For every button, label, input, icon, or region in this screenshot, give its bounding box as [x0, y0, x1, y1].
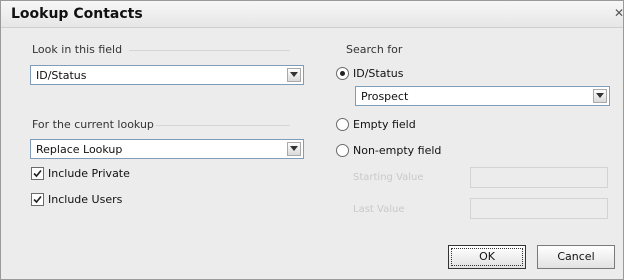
radio-non-empty-field-label[interactable]: Non-empty field — [353, 144, 441, 157]
radio-non-empty-field[interactable] — [336, 144, 349, 157]
radio-selected-dot — [340, 71, 345, 76]
search-value-combobox[interactable]: Prospect — [355, 86, 610, 106]
starting-value-field — [470, 167, 608, 188]
look-in-label: Look in this field — [32, 43, 123, 56]
search-value: Prospect — [361, 90, 409, 103]
radio-id-status-label[interactable]: ID/Status — [353, 67, 403, 80]
radio-empty-field[interactable] — [336, 118, 349, 131]
last-value-field — [470, 198, 608, 219]
include-private-checkbox[interactable] — [31, 167, 44, 180]
cancel-button[interactable]: Cancel — [537, 245, 615, 269]
current-lookup-label: For the current lookup — [32, 118, 154, 131]
chevron-down-icon[interactable] — [593, 89, 607, 103]
title-bar: Lookup Contacts ✕ — [1, 1, 624, 28]
current-lookup-combobox[interactable]: Replace Lookup — [30, 139, 304, 159]
look-in-value: ID/Status — [36, 69, 87, 82]
dialog-title: Lookup Contacts — [11, 6, 143, 22]
chevron-down-icon[interactable] — [287, 68, 301, 82]
group-divider — [129, 50, 290, 51]
lookup-contacts-dialog: Lookup Contacts ✕ Look in this field ID/… — [0, 0, 624, 280]
include-users-checkbox[interactable] — [31, 193, 44, 206]
starting-value-label: Starting Value — [353, 172, 424, 183]
close-icon[interactable]: ✕ — [611, 5, 624, 21]
last-value-label: Last Value — [353, 204, 405, 215]
current-lookup-value: Replace Lookup — [36, 143, 123, 156]
include-private-label[interactable]: Include Private — [48, 167, 130, 180]
radio-empty-field-label[interactable]: Empty field — [353, 118, 416, 131]
group-divider — [156, 125, 290, 126]
radio-id-status[interactable] — [336, 67, 349, 80]
include-users-label[interactable]: Include Users — [48, 193, 122, 206]
search-for-label: Search for — [346, 43, 403, 56]
ok-button[interactable]: OK — [448, 245, 526, 269]
look-in-combobox[interactable]: ID/Status — [30, 65, 304, 85]
chevron-down-icon[interactable] — [287, 142, 301, 156]
